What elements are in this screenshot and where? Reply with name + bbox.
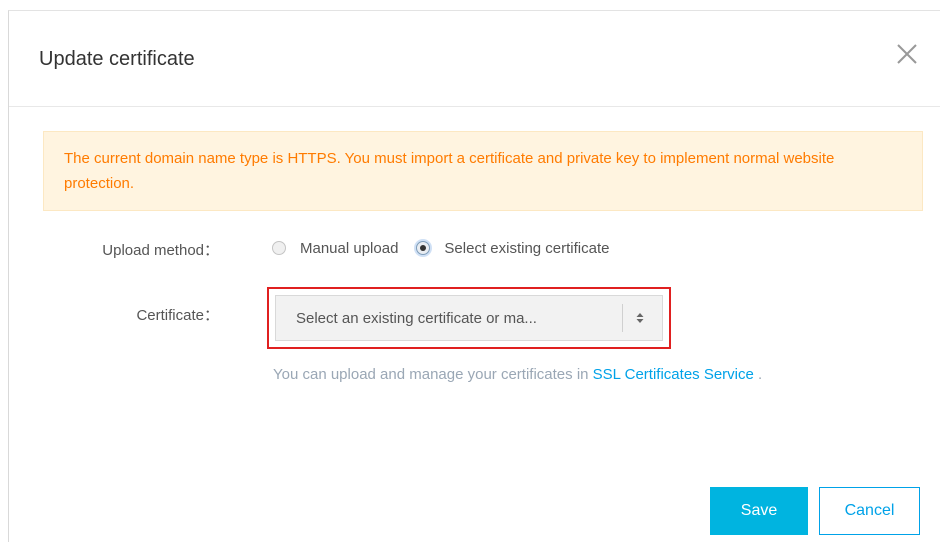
cancel-button[interactable]: Cancel xyxy=(819,487,920,535)
dialog-header: Update certificate xyxy=(9,11,940,107)
select-divider xyxy=(622,304,623,332)
https-warning-alert: The current domain name type is HTTPS. Y… xyxy=(43,131,923,211)
upload-method-radio-group: Manual upload Select existing certificat… xyxy=(272,237,610,259)
certificate-label: Certificate： xyxy=(136,307,219,324)
update-certificate-dialog: Update certificate The current domain na… xyxy=(8,10,940,542)
help-text: You can upload and manage your certifica… xyxy=(273,366,589,383)
certificate-select-value: Select an existing certificate or ma... xyxy=(296,310,537,327)
help-suffix: . xyxy=(753,366,763,383)
select-existing-radio[interactable] xyxy=(416,241,431,255)
upload-method-label: Upload method： xyxy=(102,242,219,259)
select-existing-label: Select existing certificate xyxy=(444,239,610,257)
close-icon[interactable] xyxy=(894,41,920,67)
manual-upload-radio[interactable] xyxy=(272,241,286,255)
ssl-certificates-service-link[interactable]: SSL Certificates Service xyxy=(593,366,754,383)
alert-message: The current domain name type is HTTPS. Y… xyxy=(64,150,835,192)
certificate-help-text: You can upload and manage your certifica… xyxy=(273,361,833,389)
save-button[interactable]: Save xyxy=(710,487,808,535)
certificate-select[interactable]: Select an existing certificate or ma... xyxy=(275,295,663,341)
manual-upload-option[interactable]: Manual upload xyxy=(272,240,398,257)
manual-upload-label: Manual upload xyxy=(300,239,399,257)
sort-arrows-icon xyxy=(633,311,647,325)
dialog-title: Update certificate xyxy=(39,48,195,70)
select-existing-option[interactable]: Select existing certificate xyxy=(416,239,610,257)
